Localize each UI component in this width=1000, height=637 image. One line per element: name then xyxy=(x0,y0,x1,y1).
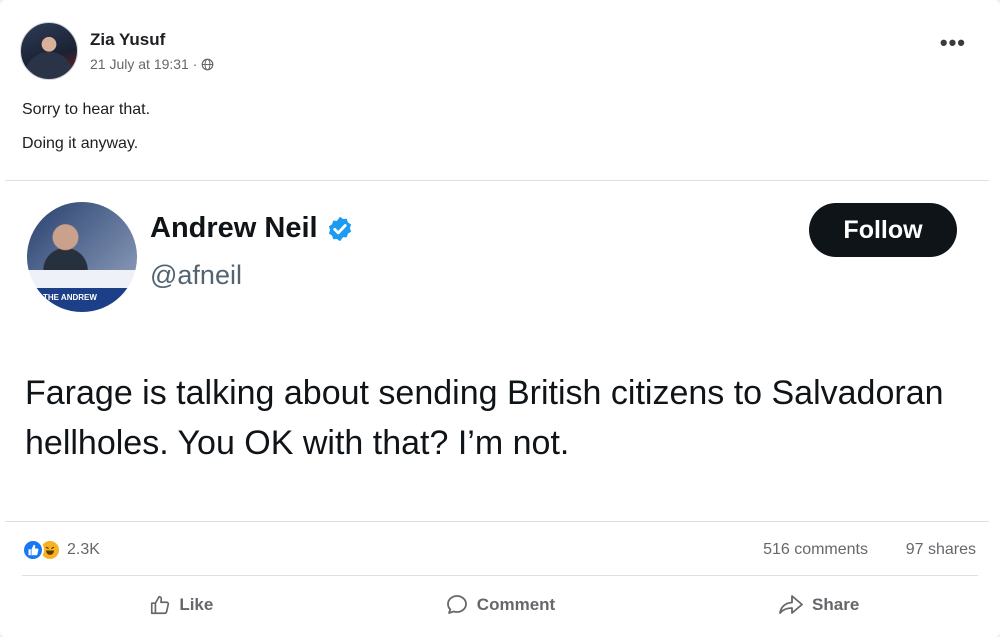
post-text-line: Sorry to hear that. xyxy=(22,101,151,118)
facebook-post-card: Zia Yusuf 21 July at 19:31 · ••• Sorry t… xyxy=(0,0,1000,637)
post-text-line: Doing it anyway. xyxy=(22,135,139,152)
like-label: Like xyxy=(179,595,214,614)
avatar-logo-text: THE ANDREW xyxy=(43,293,97,302)
share-button[interactable]: Share xyxy=(659,580,978,630)
verified-badge-icon xyxy=(328,216,351,241)
comment-bubble-icon xyxy=(446,595,467,614)
tweet-author-name-row: Andrew Neil xyxy=(150,212,354,245)
follow-button[interactable]: Follow xyxy=(809,203,957,257)
post-header: Zia Yusuf 21 July at 19:31 · xyxy=(20,22,214,80)
like-reaction-icon xyxy=(22,539,44,561)
author-avatar[interactable] xyxy=(20,22,78,80)
tweet-author-name[interactable]: Andrew Neil xyxy=(150,212,318,245)
comment-button[interactable]: Comment xyxy=(341,580,660,630)
tweet-author-avatar[interactable]: THE ANDREW xyxy=(27,202,137,312)
post-timestamp[interactable]: 21 July at 19:31 · xyxy=(90,56,197,72)
share-arrow-icon xyxy=(779,595,803,614)
comment-label: Comment xyxy=(476,595,556,614)
divider xyxy=(22,575,978,576)
post-actions-bar: Like Comment Share xyxy=(22,580,978,630)
globe-icon xyxy=(202,58,214,70)
like-button[interactable]: Like xyxy=(22,580,341,630)
post-text: Sorry to hear that. Doing it anyway. xyxy=(22,100,150,168)
author-meta: Zia Yusuf 21 July at 19:31 · xyxy=(90,30,214,72)
reaction-count: 2.3K xyxy=(67,541,100,558)
tweet-author-handle[interactable]: @afneil xyxy=(150,260,242,291)
author-name[interactable]: Zia Yusuf xyxy=(90,30,214,50)
share-label: Share xyxy=(812,595,860,614)
more-options-icon[interactable]: ••• xyxy=(940,32,966,54)
reactions-summary[interactable]: 2.3K xyxy=(22,539,100,561)
thumbs-up-icon xyxy=(151,595,170,615)
post-timestamp-row: 21 July at 19:31 · xyxy=(90,56,214,72)
engagement-counts: 2.3K 516 comments 97 shares xyxy=(22,537,978,563)
tweet-body: Farage is talking about sending British … xyxy=(25,374,944,462)
comments-count[interactable]: 516 comments xyxy=(763,541,868,559)
shares-count[interactable]: 97 shares xyxy=(906,541,976,559)
